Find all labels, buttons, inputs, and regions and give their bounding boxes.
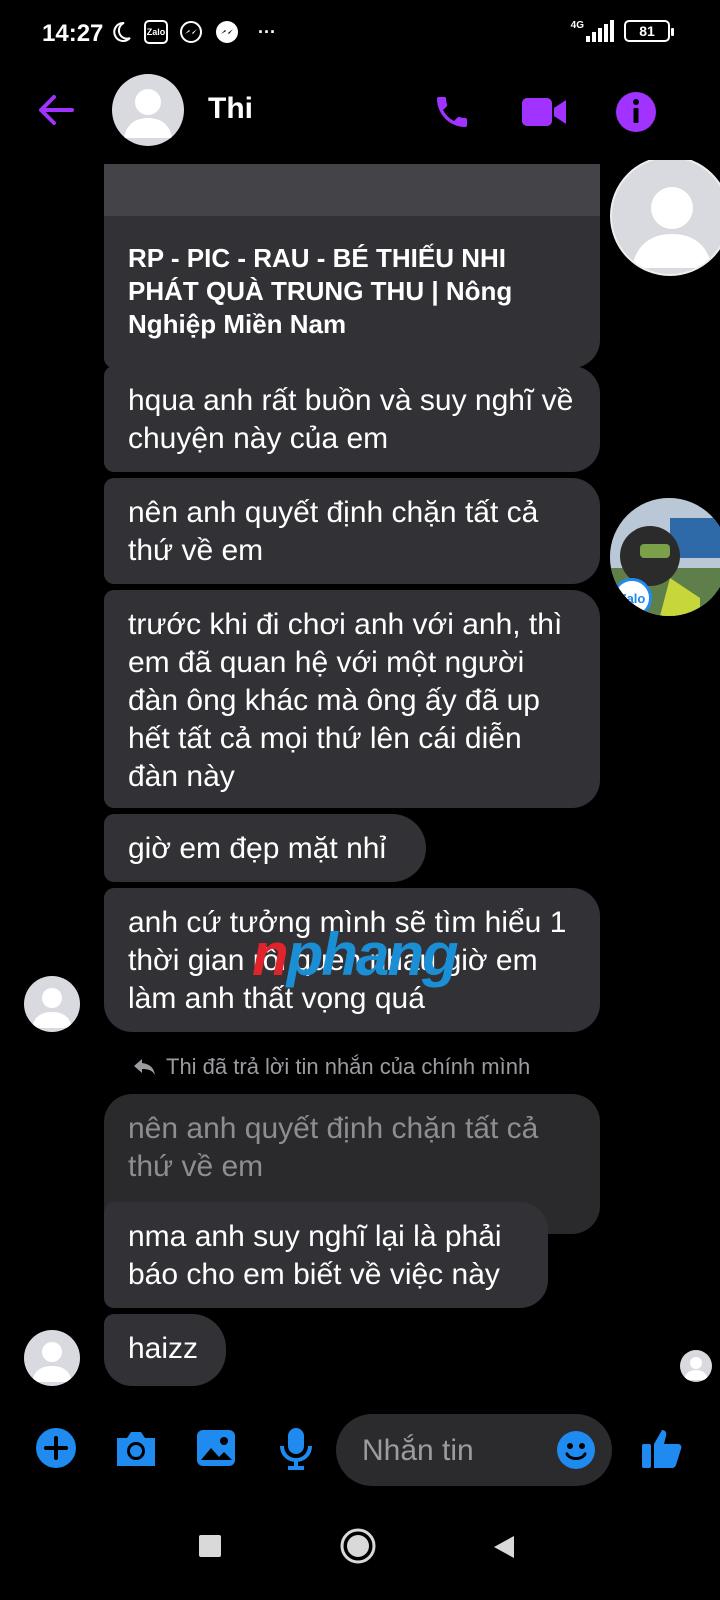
phone-call-icon[interactable] xyxy=(428,88,476,136)
back-arrow-icon[interactable] xyxy=(34,88,78,132)
message-bubble[interactable]: hqua anh rất buồn và suy nghĩ về chuyện … xyxy=(104,366,600,472)
link-preview-card[interactable]: RP - PIC - RAU - BÉ THIẾU NHI PHÁT QUÀ T… xyxy=(104,164,600,368)
reply-indicator: Thi đã trả lời tin nhắn của chính mình xyxy=(132,1054,530,1080)
message-composer: Nhắn tin xyxy=(0,1400,720,1500)
watermark-part2: phang xyxy=(286,921,459,988)
reply-indicator-text: Thi đã trả lời tin nhắn của chính mình xyxy=(166,1054,531,1079)
messenger-icon-2 xyxy=(214,19,240,45)
gallery-icon[interactable] xyxy=(192,1424,240,1472)
contact-avatar[interactable] xyxy=(112,74,184,146)
message-bubble[interactable]: nên anh quyết định chặn tất cả thứ về em xyxy=(104,478,600,584)
message-list[interactable]: RP - PIC - RAU - BÉ THIẾU NHI PHÁT QUÀ T… xyxy=(0,160,720,1400)
read-receipt-avatar xyxy=(680,1350,712,1382)
status-bar: 14:27 Zalo ··· 4G 81 xyxy=(0,0,720,68)
info-icon[interactable] xyxy=(612,88,660,136)
reply-arrow-icon xyxy=(134,1059,155,1075)
more-notifications-icon: ··· xyxy=(258,21,276,42)
video-call-icon[interactable] xyxy=(520,88,568,136)
thumbs-up-icon[interactable] xyxy=(638,1424,686,1472)
zalo-profile-avatar: Zalo xyxy=(610,498,720,616)
message-bubble[interactable]: giờ em đẹp mặt nhỉ xyxy=(104,814,426,882)
link-preview-title: RP - PIC - RAU - BÉ THIẾU NHI PHÁT QUÀ T… xyxy=(128,243,513,339)
back-button[interactable] xyxy=(492,1534,516,1565)
message-bubble[interactable]: haizz xyxy=(104,1314,226,1386)
zalo-badge: Zalo xyxy=(612,578,652,616)
battery-icon: 81 xyxy=(624,20,674,42)
recents-button[interactable] xyxy=(198,1534,222,1563)
plus-icon[interactable] xyxy=(32,1424,80,1472)
microphone-icon[interactable] xyxy=(272,1424,320,1472)
status-notification-icons: Zalo ··· xyxy=(108,19,284,45)
sender-avatar[interactable] xyxy=(24,1330,80,1386)
watermark-part1: n xyxy=(252,921,289,988)
message-bubble[interactable]: nma anh suy nghĩ lại là phải báo cho em … xyxy=(104,1202,548,1308)
chat-header: Thi xyxy=(0,68,720,158)
moon-icon xyxy=(108,19,134,45)
messenger-icon xyxy=(178,19,204,45)
camera-icon[interactable] xyxy=(112,1424,160,1472)
network-type: 4G xyxy=(570,20,584,31)
status-system-icons: 4G 81 xyxy=(571,20,674,42)
home-button[interactable] xyxy=(340,1528,376,1569)
seen-avatar xyxy=(610,160,720,276)
signal-icon: 4G xyxy=(571,20,614,42)
contact-name[interactable]: Thi xyxy=(208,92,253,126)
link-preview-image xyxy=(104,164,600,216)
status-time: 14:27 xyxy=(42,20,104,47)
message-bubble[interactable]: trước khi đi chơi anh với anh, thì em đã… xyxy=(104,590,600,808)
system-navigation-bar xyxy=(0,1500,720,1600)
message-input-placeholder: Nhắn tin xyxy=(362,1434,474,1467)
zalo-notification-icon: Zalo xyxy=(144,20,168,44)
sender-avatar[interactable] xyxy=(24,976,80,1032)
watermark: nphang xyxy=(252,920,459,989)
emoji-icon[interactable] xyxy=(556,1430,596,1475)
message-input[interactable]: Nhắn tin xyxy=(336,1414,612,1486)
